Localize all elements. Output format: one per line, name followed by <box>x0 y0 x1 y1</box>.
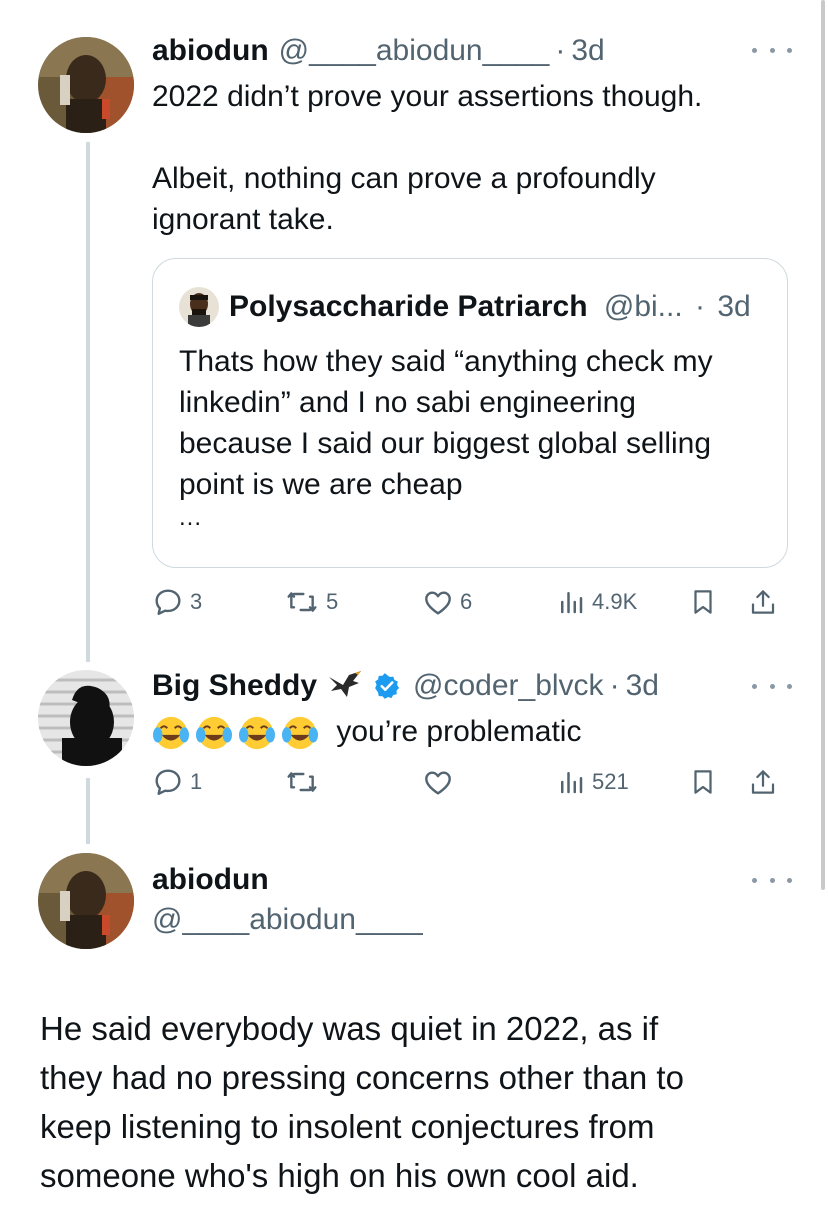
tweet2-text-row: you’re problematic <box>152 711 581 752</box>
bookmark-icon <box>694 590 712 614</box>
reply-icon <box>155 769 181 795</box>
tweet1-view-count: 4.9K <box>592 589 638 614</box>
main-tweet-handle-row: @____abiodun____ <box>152 902 423 938</box>
tweet2-repost-button[interactable] <box>284 766 326 798</box>
tweet2-dot: · <box>609 669 620 702</box>
tweet1-bookmark-button[interactable] <box>688 586 718 618</box>
tweet1-author-handle[interactable]: @____abiodun____ <box>279 33 550 69</box>
repost-icon <box>287 772 317 792</box>
quote-text-line2: linkedin” and I no sabi engineering <box>179 386 636 419</box>
thread-line-2 <box>86 778 90 844</box>
quote-author-name: Polysaccharide Patriarch <box>229 290 588 323</box>
main-tweet-more-icon[interactable] <box>752 870 792 890</box>
tweet1-text-line1: 2022 didn’t prove your assertions though… <box>152 80 703 113</box>
main-tweet-text-line3: keep listening to insolent conjectures f… <box>40 1108 655 1145</box>
tweet1-actions: 3 5 6 4.9K <box>152 586 788 626</box>
heart-icon <box>425 771 451 795</box>
tweet1-reply-count: 3 <box>190 589 203 614</box>
eagle-icon <box>329 671 362 697</box>
tweet2-author-name[interactable]: Big Sheddy <box>152 668 317 704</box>
views-icon <box>561 592 583 614</box>
tears-of-joy-emoji-icon <box>152 716 190 750</box>
tweet2-reply-button[interactable]: 1 <box>152 766 202 798</box>
tweet2-view-count: 521 <box>592 769 629 794</box>
quote-text-line3: because I said our biggest global sellin… <box>179 427 712 460</box>
tweet2-text: you’re problematic <box>336 715 582 748</box>
tweet1-dot: · <box>555 34 566 67</box>
tweet2-like-button[interactable] <box>422 766 460 798</box>
main-tweet-text: He said everybody was quiet in 2022, as … <box>40 1004 684 1200</box>
tweet1-more-icon[interactable] <box>752 40 792 60</box>
tweet2-author-handle[interactable]: @coder_blvck <box>413 668 604 704</box>
tweet2-views-button[interactable]: 521 <box>556 766 629 798</box>
tweet1-header: abiodun @____abiodun____ · 3d <box>152 33 605 69</box>
tears-of-joy-emoji-icon <box>195 716 233 750</box>
views-icon <box>561 772 583 794</box>
avatar-abiodun[interactable] <box>38 37 134 133</box>
tweet1-text-line2: Albeit, nothing can prove a profoundly <box>152 162 656 195</box>
main-tweet-author-name[interactable]: abiodun <box>152 862 269 898</box>
share-icon <box>751 590 775 614</box>
tweet2-share-button[interactable] <box>748 766 778 798</box>
bookmark-icon <box>694 770 712 794</box>
tweet2-bookmark-button[interactable] <box>688 766 718 798</box>
main-tweet-text-line1: He said everybody was quiet in 2022, as … <box>40 1010 659 1047</box>
tweet1-author-name[interactable]: abiodun <box>152 33 269 69</box>
repost-icon <box>287 592 317 612</box>
quote-header: Polysaccharide Patriarch @bi... · 3d <box>229 287 751 327</box>
tweet1-share-button[interactable] <box>748 586 778 618</box>
quote-author-handle: @bi... <box>603 290 683 323</box>
avatar-big-sheddy[interactable] <box>38 670 134 766</box>
share-icon <box>751 770 775 794</box>
main-tweet-text-line4: someone who's high on his own cool aid. <box>40 1157 639 1194</box>
quote-text: Thats how they said “anything check my l… <box>179 341 769 505</box>
tweet2-reply-count: 1 <box>190 769 203 794</box>
main-tweet-name-row: abiodun <box>152 862 269 898</box>
main-tweet-author-handle[interactable]: @____abiodun____ <box>152 902 423 938</box>
main-tweet-text-line2: they had no pressing concerns other than… <box>40 1059 684 1096</box>
verified-badge-icon <box>375 673 400 699</box>
tweet2-more-icon[interactable] <box>752 676 792 696</box>
tears-of-joy-emoji-icon <box>281 716 319 750</box>
quote-dot: · <box>695 290 706 323</box>
tweet1-like-count: 6 <box>460 589 473 614</box>
heart-icon <box>425 591 451 615</box>
quoted-tweet[interactable]: Polysaccharide Patriarch @bi... · 3d Tha… <box>152 258 788 568</box>
quote-text-line4: point is we are cheap <box>179 468 463 501</box>
avatar-abiodun-main[interactable] <box>38 853 134 949</box>
tweet2-header: Big Sheddy @coder_blvck · 3d <box>152 668 659 704</box>
quote-text-line1: Thats how they said “anything check my <box>179 345 713 378</box>
tweet1-text-line3: ignorant take. <box>152 203 334 236</box>
tweet1-like-button[interactable]: 6 <box>422 586 472 618</box>
thread-line <box>86 142 90 662</box>
scrollbar[interactable] <box>821 0 825 890</box>
tweet1-views-button[interactable]: 4.9K <box>556 586 637 618</box>
tweet1-timestamp[interactable]: 3d <box>571 33 604 69</box>
tweet1-repost-button[interactable]: 5 <box>284 586 338 618</box>
quote-timestamp: 3d <box>717 290 751 323</box>
tears-of-joy-emoji-icon <box>238 716 276 750</box>
tweet2-timestamp[interactable]: 3d <box>626 668 659 704</box>
tweet2-actions: 1 521 <box>152 766 788 806</box>
tweet1-reply-button[interactable]: 3 <box>152 586 202 618</box>
quote-ellipsis: ... <box>179 504 203 531</box>
quote-avatar <box>179 287 219 327</box>
tweet1-repost-count: 5 <box>326 589 339 614</box>
reply-icon <box>155 589 181 615</box>
